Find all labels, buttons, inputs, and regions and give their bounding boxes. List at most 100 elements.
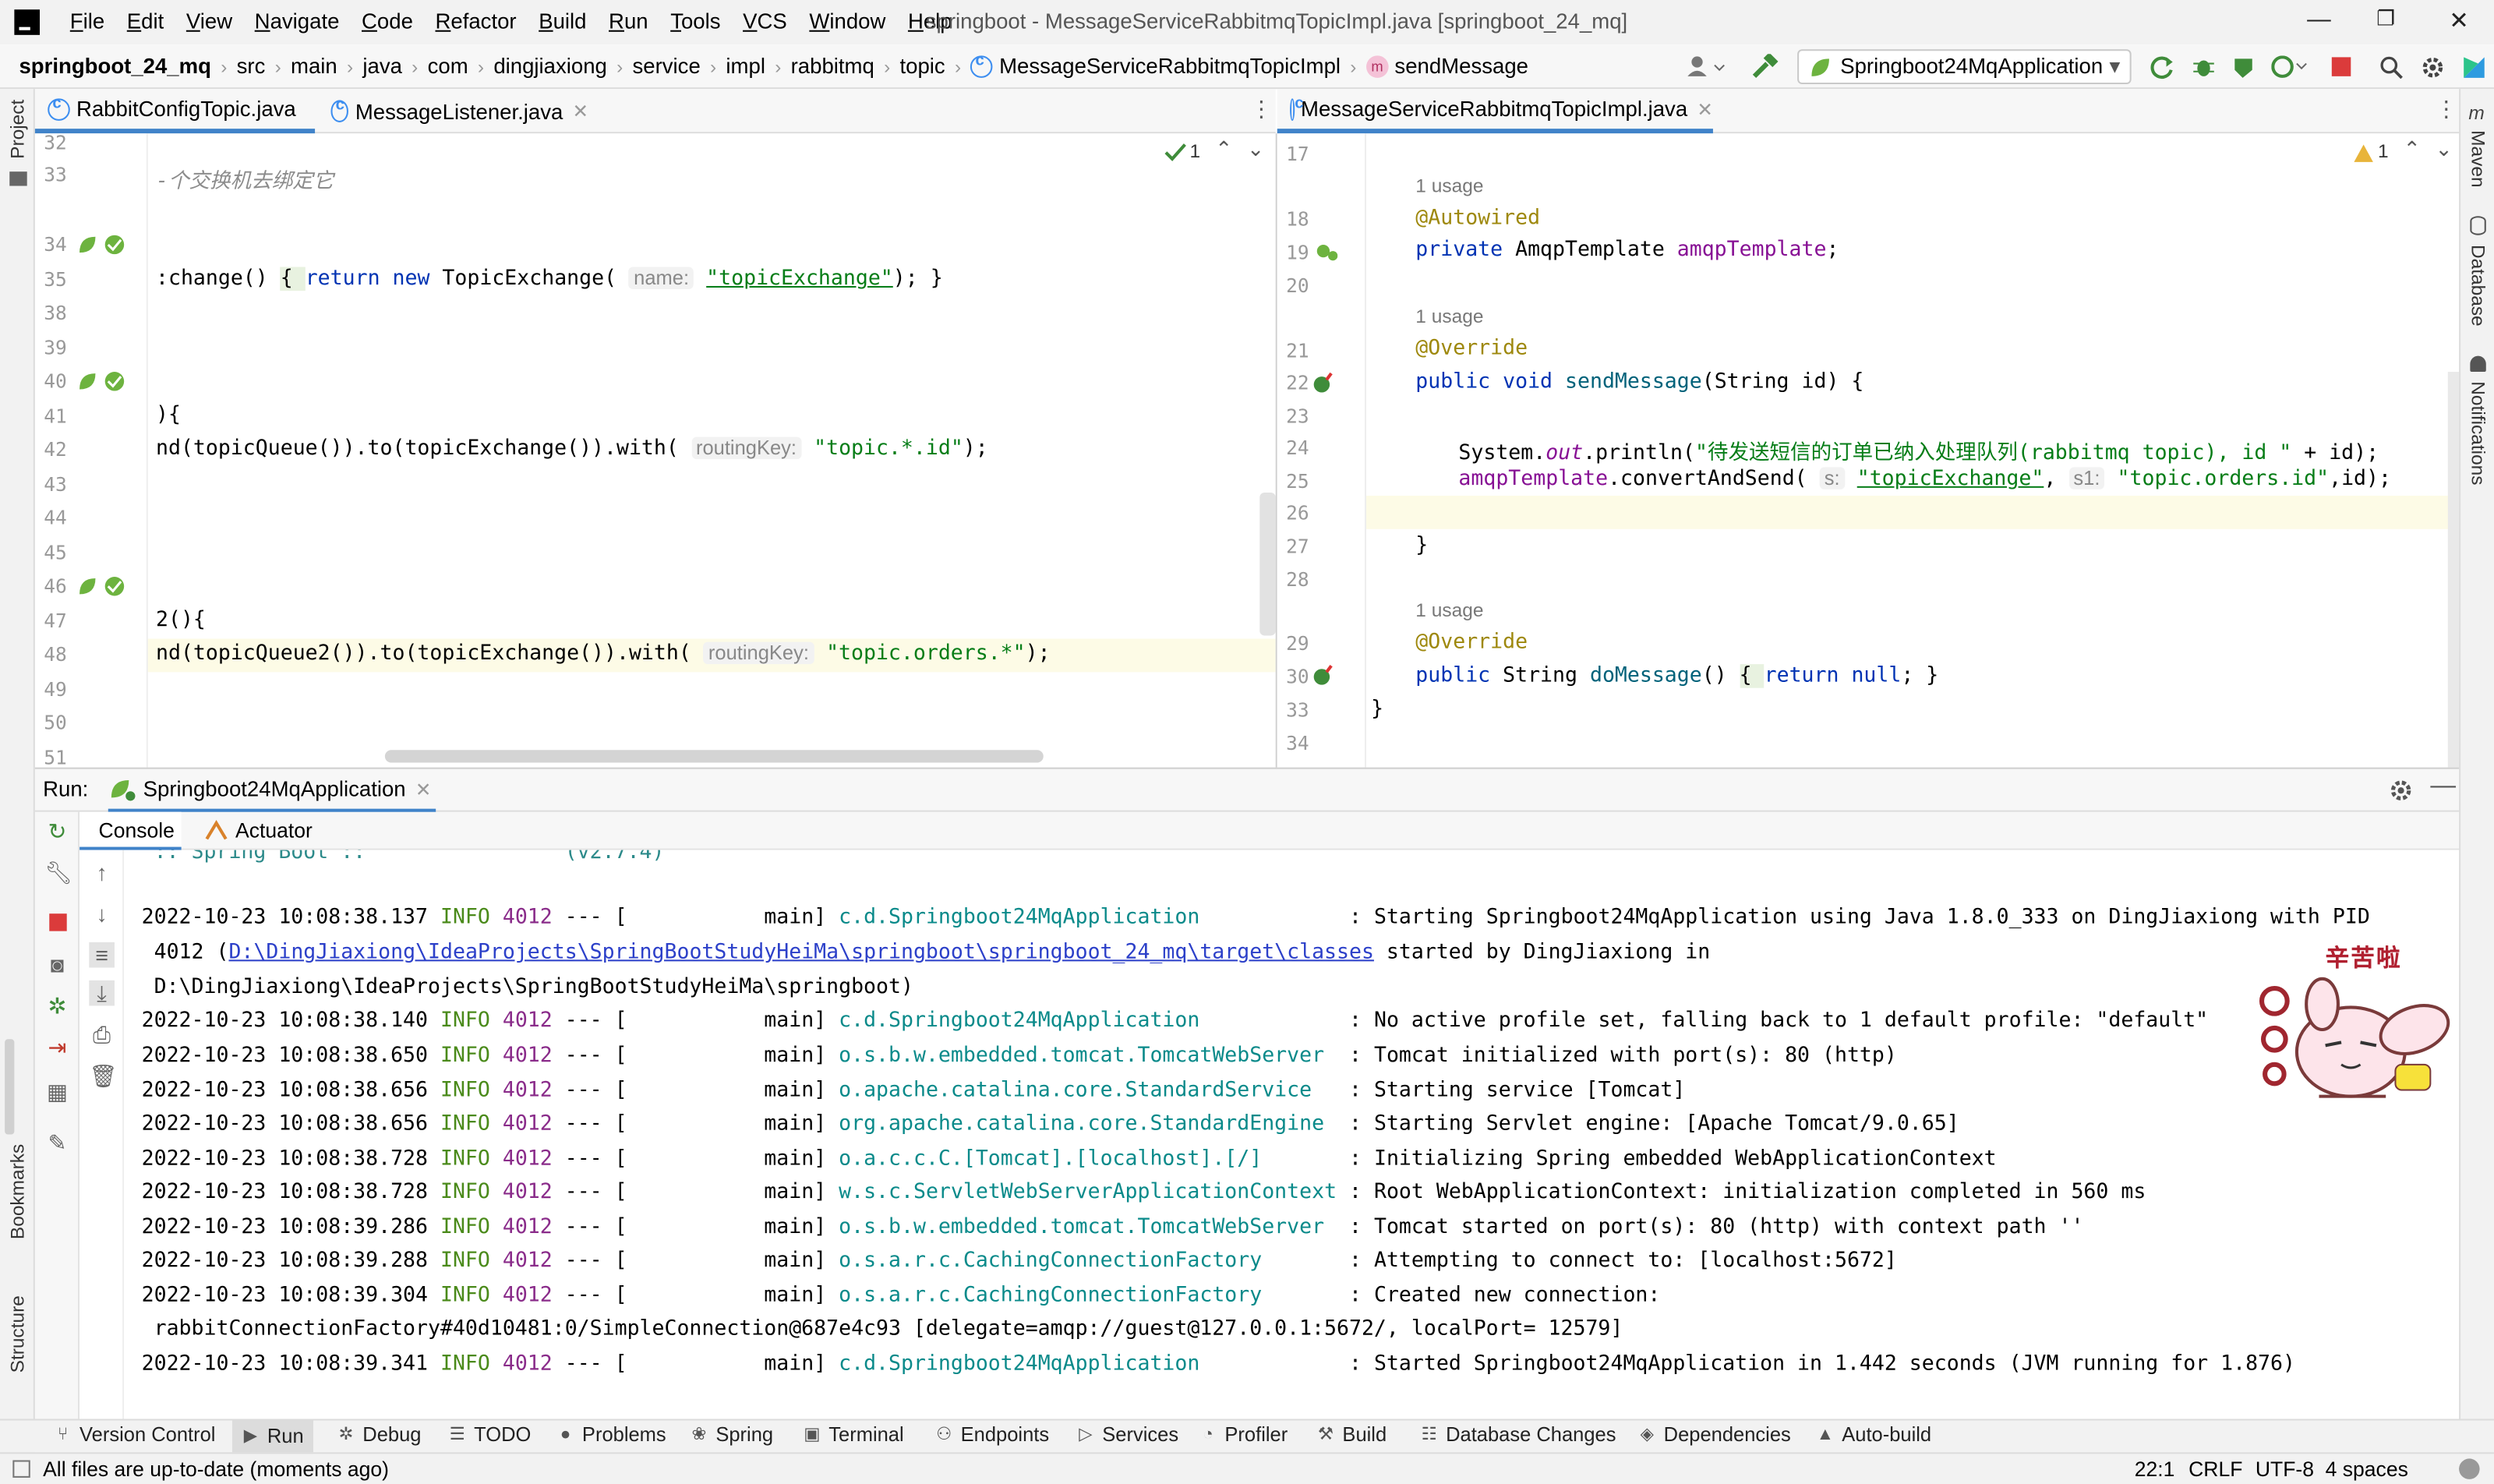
caret-position[interactable]: 22:1 [2135, 1457, 2175, 1481]
debug-icon[interactable] [2192, 55, 2216, 80]
prev-highlight-icon[interactable]: ⌃ [2404, 136, 2421, 162]
vertical-scrollbar[interactable] [2447, 372, 2460, 768]
minimize-panel-icon[interactable]: — [2430, 772, 2456, 801]
autowired-gutter-icon[interactable] [1316, 240, 1338, 263]
menu-window[interactable]: Window [809, 9, 885, 34]
tool-dependencies[interactable]: ◈ Dependencies [1638, 1424, 1791, 1447]
run-tab[interactable]: Springboot24MqApplication ✕ [108, 769, 436, 814]
breadcrumb-class[interactable]: MessageServiceRabbitmqTopicImpl [999, 54, 1341, 78]
debug-bug-icon[interactable]: ✲ [44, 993, 70, 1019]
search-icon[interactable] [2379, 55, 2404, 80]
stop-icon[interactable] [2331, 57, 2351, 76]
tool-profiler[interactable]: ◔ Profiler [1199, 1424, 1288, 1447]
breadcrumb-item[interactable]: service [633, 54, 701, 78]
scroll-down-icon[interactable]: ↓ [89, 901, 115, 927]
tool-services[interactable]: ▷ Services [1077, 1424, 1178, 1447]
user-icon[interactable] [1686, 55, 1727, 78]
jetbrains-toolbox-icon[interactable] [2462, 55, 2486, 80]
usage-hint[interactable]: 1 usage [1415, 599, 1483, 622]
print-icon[interactable]: ⎙ [89, 1022, 115, 1048]
warning-icon[interactable] [2352, 143, 2375, 164]
status-message[interactable]: All files are up-to-date (moments ago) [43, 1457, 389, 1481]
coverage-icon[interactable] [2231, 55, 2256, 80]
classpath-link[interactable]: D:\DingJiaxiong\IdeaProjects\SpringBootS… [228, 941, 1374, 965]
tab-messageservicerabbitmqtopicimpl[interactable]: MessageServiceRabbitmqTopicImpl.java ✕ [1277, 89, 1713, 134]
soft-wrap-icon[interactable]: ≡ [89, 942, 115, 968]
next-highlight-icon[interactable]: ⌄ [1247, 136, 1264, 162]
maven-tool-button[interactable]: Maven [2467, 130, 2489, 187]
stop-icon[interactable] [48, 913, 66, 931]
settings-gear-icon[interactable] [2421, 55, 2445, 80]
tool-auto-build[interactable]: ▲ Auto-build [1817, 1424, 1931, 1447]
status-toggle-icon[interactable] [12, 1460, 30, 1478]
tool-spring[interactable]: ❀ Spring [691, 1424, 774, 1447]
usage-hint[interactable]: 1 usage [1415, 175, 1483, 197]
edit-config-wrench-icon[interactable]: 🔧︎ [44, 860, 72, 885]
horizontal-scrollbar[interactable] [384, 750, 1044, 763]
left-editor[interactable]: 32 33 34 35 38 39 40 41 42 43 44 45 46 4… [34, 133, 1276, 768]
console-output[interactable]: :: Spring Boot :: (v2.7.4) 2022-10-23 10… [124, 850, 2460, 1419]
close-tab-icon[interactable]: ✕ [1697, 97, 1713, 120]
menu-view[interactable]: View [186, 9, 232, 34]
rerun-icon[interactable]: ↻ [44, 818, 70, 844]
breadcrumb-item[interactable]: java [362, 54, 402, 78]
menu-navigate[interactable]: Navigate [255, 9, 340, 34]
pin-icon[interactable]: ✎ [44, 1129, 70, 1155]
breadcrumb-item[interactable]: main [291, 54, 337, 78]
breadcrumb-item[interactable]: impl [726, 54, 765, 78]
restore-icon[interactable]: ❐ [2370, 6, 2402, 38]
scroll-to-end-icon[interactable]: ⤓ [89, 980, 115, 1006]
build-hammer-icon[interactable] [1750, 54, 1779, 80]
more-vertical-icon[interactable]: ⋮ [2435, 95, 2457, 122]
tool-build[interactable]: ⚒ Build [1317, 1424, 1387, 1447]
vertical-scrollbar[interactable] [1259, 492, 1276, 636]
rerun-icon[interactable] [2150, 55, 2174, 80]
profile-icon[interactable] [2271, 55, 2309, 80]
close-tab-icon[interactable]: ✕ [415, 778, 432, 800]
breadcrumb-item[interactable]: dingjiaxiong [493, 54, 607, 78]
tool-endpoints[interactable]: ⚇ Endpoints [935, 1424, 1049, 1447]
notifications-tool-button[interactable]: Notifications [2467, 381, 2489, 485]
menu-file[interactable]: File [70, 9, 104, 34]
clear-trash-icon[interactable]: 🗑︎ [89, 1063, 117, 1089]
close-icon[interactable]: ✕ [2443, 6, 2475, 38]
database-tool-button[interactable]: Database [2467, 245, 2489, 327]
tab-rabbitconfigtopic[interactable]: RabbitConfigTopic.java [34, 89, 316, 134]
tool-version-control[interactable]: ⑂ Version Control [54, 1424, 216, 1447]
right-editor[interactable]: 17 18 19 20 21 22 23 24 25 26 27 28 29 3… [1277, 133, 2460, 768]
more-vertical-icon[interactable]: ⋮ [1250, 95, 1273, 122]
settings-gear-icon[interactable] [2389, 779, 2413, 803]
menu-vcs[interactable]: VCS [743, 9, 787, 34]
menu-code[interactable]: Code [362, 9, 413, 34]
menu-build[interactable]: Build [539, 9, 586, 34]
menu-refactor[interactable]: Refactor [435, 9, 516, 34]
bean-gutter-icon[interactable] [76, 370, 130, 393]
breadcrumb-item[interactable]: src [237, 54, 266, 78]
tool-run[interactable]: ▶ Run [231, 1420, 313, 1453]
tab-actuator[interactable]: Actuator [203, 818, 313, 842]
tool-terminal[interactable]: ▣ Terminal [804, 1424, 903, 1447]
next-highlight-icon[interactable]: ⌄ [2435, 136, 2452, 162]
bookmarks-tool-button[interactable]: Bookmarks [6, 1144, 29, 1239]
structure-tool-button[interactable]: Structure [6, 1295, 29, 1373]
tool-problems[interactable]: ● Problems [556, 1424, 666, 1447]
tool-todo[interactable]: ☰ TODO [449, 1424, 532, 1447]
breadcrumb-item[interactable]: com [428, 54, 468, 78]
file-encoding[interactable]: UTF-8 [2256, 1457, 2314, 1481]
scroll-up-icon[interactable]: ↑ [89, 860, 115, 885]
bean-gutter-icon[interactable] [76, 234, 130, 256]
lock-icon[interactable] [2459, 1458, 2480, 1479]
exit-icon[interactable]: ⇥ [44, 1034, 70, 1060]
breadcrumb-method[interactable]: sendMessage [1394, 54, 1528, 78]
line-separator[interactable]: CRLF [2188, 1457, 2242, 1481]
layout-icon[interactable]: ▦ [44, 1079, 70, 1104]
override-gutter-icon[interactable] [1312, 664, 1335, 687]
menu-run[interactable]: Run [609, 9, 648, 34]
usage-hint[interactable]: 1 usage [1415, 305, 1483, 327]
tab-console[interactable]: Console [79, 811, 182, 850]
minimize-icon[interactable]: — [2303, 6, 2335, 38]
menu-tools[interactable]: Tools [670, 9, 720, 34]
close-tab-icon[interactable]: ✕ [573, 100, 589, 122]
inspection-ok-icon[interactable] [1164, 143, 1187, 161]
tab-messagelistener[interactable]: MessageListener.java ✕ [318, 89, 588, 133]
